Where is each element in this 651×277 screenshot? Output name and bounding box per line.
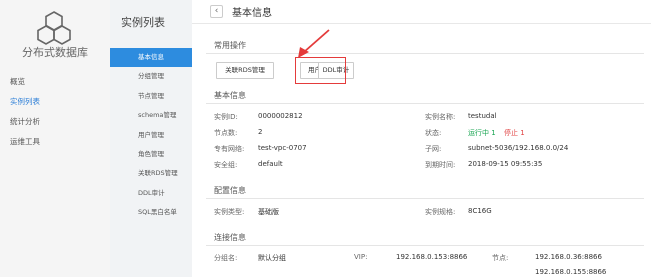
security-group-value: default xyxy=(258,160,283,168)
main-content: ‹ 基本信息 常用操作 关联RDS管理 用户管理 DDL审计 基本信息 实例ID… xyxy=(192,0,651,277)
instance-id-value: 0000002812 xyxy=(258,112,303,120)
expire-time-value: 2018-09-15 09:55:35 xyxy=(468,160,543,168)
nav-item-ops-tools[interactable]: 运维工具 xyxy=(0,132,110,152)
global-sidebar: 分布式数据库 概览 实例列表 统计分析 运维工具 xyxy=(0,0,110,277)
divider xyxy=(206,53,644,54)
instance-name-label: 实例名称: xyxy=(425,113,456,121)
global-nav: 概览 实例列表 统计分析 运维工具 xyxy=(0,72,110,152)
expire-time-label: 到期时间: xyxy=(425,161,456,169)
nodes-label: 节点: xyxy=(492,254,509,262)
menu-item-user-mgmt[interactable]: 用户管理 xyxy=(110,126,192,145)
divider xyxy=(206,198,644,199)
divider xyxy=(206,103,644,104)
group-name-value: 默认分组 xyxy=(258,254,286,262)
highlight-box xyxy=(295,57,346,84)
page-title: 基本信息 xyxy=(232,8,272,19)
group-name-label: 分组名: xyxy=(214,254,238,262)
instance-sidebar-title: 实例列表 xyxy=(121,16,165,29)
menu-item-group-mgmt[interactable]: 分组管理 xyxy=(110,67,192,86)
menu-item-role-mgmt[interactable]: 角色管理 xyxy=(110,145,192,164)
vip-label: VIP: xyxy=(354,253,368,261)
instance-spec-value: 8C16G xyxy=(468,207,492,215)
node-count-value: 2 xyxy=(258,128,263,136)
rds-management-button[interactable]: 关联RDS管理 xyxy=(216,62,274,79)
nav-item-statistics[interactable]: 统计分析 xyxy=(0,112,110,132)
instance-id-label: 实例ID: xyxy=(214,113,238,121)
vpc-value: test-vpc-0707 xyxy=(258,144,307,152)
status-label: 状态: xyxy=(425,129,442,137)
instance-type-label: 实例类型: xyxy=(214,208,245,216)
connection-info-title: 连接信息 xyxy=(214,233,246,242)
menu-item-ddl-audit[interactable]: DDL审计 xyxy=(110,184,192,203)
subnet-value: subnet-5036/192.168.0.0/24 xyxy=(468,144,569,152)
annotation-arrow-icon xyxy=(298,29,330,58)
config-info-title: 配置信息 xyxy=(214,186,246,195)
nav-item-instance-list[interactable]: 实例列表 xyxy=(0,92,110,112)
instance-spec-label: 实例规格: xyxy=(425,208,456,216)
node-count-label: 节点数: xyxy=(214,129,238,137)
instance-menu: 基本信息 分组管理 节点管理 schema管理 用户管理 角色管理 关联RDS管… xyxy=(110,48,192,223)
status-stopped: 停止 1 xyxy=(504,129,525,137)
divider xyxy=(206,245,644,246)
page-header: ‹ 基本信息 xyxy=(192,0,651,24)
menu-item-rds-mgmt[interactable]: 关联RDS管理 xyxy=(110,164,192,183)
basic-info-title: 基本信息 xyxy=(214,91,246,100)
security-group-label: 安全组: xyxy=(214,161,238,169)
menu-item-basic-info[interactable]: 基本信息 xyxy=(110,48,192,68)
instance-name-value: testudal xyxy=(468,112,497,120)
node-address: 192.168.0.36:8866 xyxy=(535,253,602,261)
back-icon[interactable]: ‹ xyxy=(210,5,223,18)
menu-item-sql-blacklist[interactable]: SQL黑白名单 xyxy=(110,203,192,222)
instance-type-value: 基础版 xyxy=(258,208,279,216)
brand-title: 分布式数据库 xyxy=(22,46,88,59)
status-running: 运行中 1 xyxy=(468,129,496,137)
vpc-label: 专有网络: xyxy=(214,145,245,153)
common-ops-title: 常用操作 xyxy=(214,41,246,50)
node-address: 192.168.0.155:8866 xyxy=(535,268,607,276)
subnet-label: 子网: xyxy=(425,145,442,153)
logo-hexagon-icon xyxy=(37,11,71,45)
menu-item-schema-mgmt[interactable]: schema管理 xyxy=(110,106,192,125)
instance-sidebar: 实例列表 基本信息 分组管理 节点管理 schema管理 用户管理 角色管理 关… xyxy=(110,0,192,277)
vip-value: 192.168.0.153:8866 xyxy=(396,253,468,261)
nav-item-overview[interactable]: 概览 xyxy=(0,72,110,92)
menu-item-node-mgmt[interactable]: 节点管理 xyxy=(110,87,192,106)
